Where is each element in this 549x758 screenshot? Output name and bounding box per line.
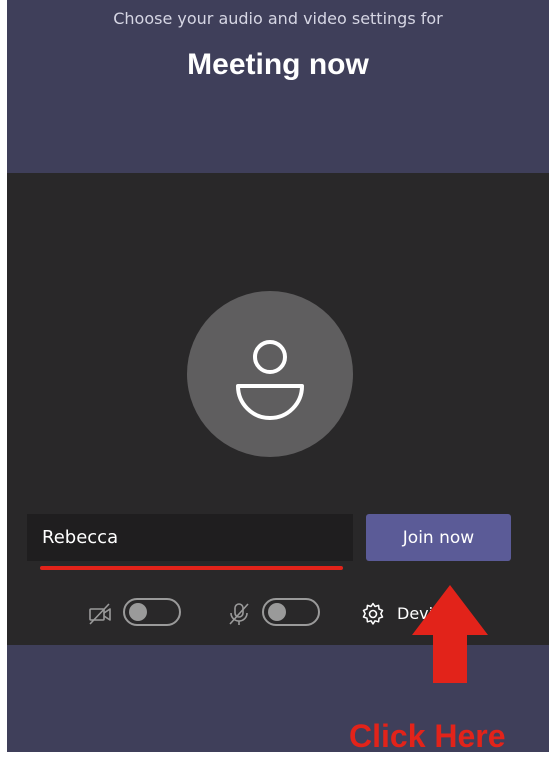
mic-toggle-knob [268, 603, 286, 621]
join-now-button[interactable]: Join now [366, 514, 511, 561]
mic-toggle[interactable] [262, 598, 320, 626]
gear-icon[interactable] [360, 601, 386, 627]
video-preview-panel: Join now Devi [7, 173, 549, 645]
camera-toggle-knob [129, 603, 147, 621]
click-here-annotation: Click Here [349, 718, 506, 754]
red-underline-annotation [40, 566, 343, 570]
settings-subtitle: Choose your audio and video settings for [113, 9, 443, 28]
name-input[interactable] [27, 514, 353, 561]
mic-off-icon[interactable] [226, 601, 252, 627]
avatar [187, 291, 353, 457]
person-icon [236, 340, 304, 420]
meeting-title: Meeting now [187, 48, 369, 81]
camera-toggle[interactable] [123, 598, 181, 626]
camera-off-icon[interactable] [87, 601, 113, 627]
red-arrow-annotation [412, 585, 488, 683]
